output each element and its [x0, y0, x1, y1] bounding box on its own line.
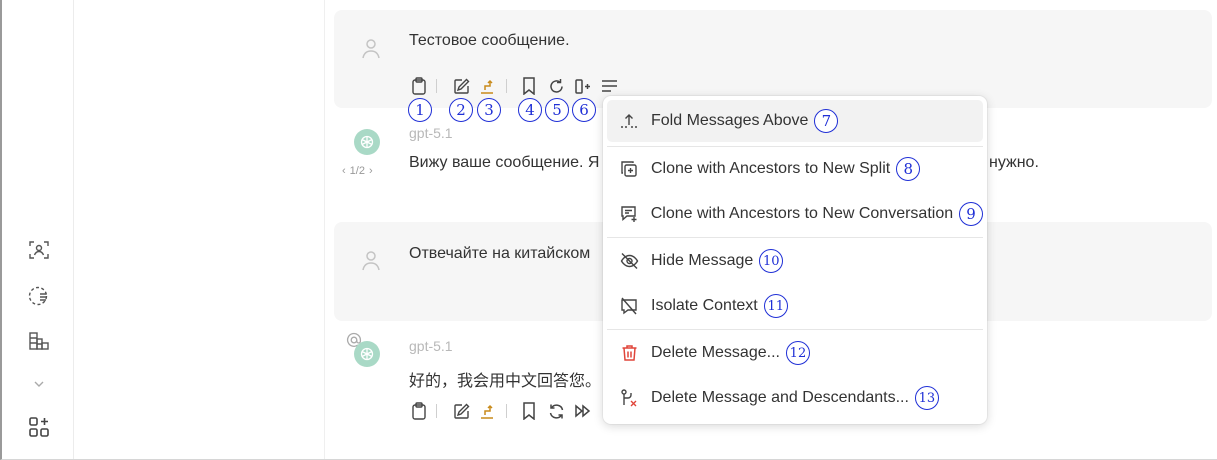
menu-item-delete-message-and-descendants[interactable]: Delete Message and Descendants... 13 [607, 377, 983, 419]
user-avatar-icon [359, 36, 383, 60]
menu-item-fold-messages-above[interactable]: Fold Messages Above 7 [607, 100, 983, 142]
menu-item-clone-to-new-conversation[interactable]: Clone with Ancestors to New Conversation… [607, 193, 983, 235]
menu-item-label: Delete Message and Descendants... [651, 389, 909, 406]
clone-conversation-icon [607, 205, 651, 223]
message-text: Тестовое сообщение. [409, 32, 570, 49]
annotation-badge: 5 [545, 98, 569, 122]
chevron-left-icon[interactable]: ‹ [342, 165, 346, 177]
message-toolbar [409, 400, 609, 422]
edit-icon[interactable] [451, 75, 471, 97]
chevron-down-icon[interactable] [27, 372, 51, 396]
annotation-badge: 9 [959, 202, 983, 226]
refresh-icon[interactable] [546, 400, 566, 422]
chevron-right-icon[interactable]: › [369, 165, 373, 177]
annotation-badge: 10 [759, 249, 784, 273]
annotation-badge: 8 [896, 157, 921, 181]
add-app-icon[interactable] [27, 415, 51, 439]
fold-up-icon [607, 112, 651, 130]
annotation-badge: 13 [914, 386, 939, 410]
branch-edit-icon[interactable] [477, 75, 497, 97]
annotation-badge: 11 [763, 294, 788, 318]
menu-item-clone-to-new-split[interactable]: Clone with Ancestors to New Split 8 [607, 148, 983, 190]
branch-edit-icon[interactable] [477, 400, 497, 422]
list-dashed-icon[interactable] [27, 284, 51, 308]
copy-icon[interactable] [409, 400, 429, 422]
app-window: Тестовое сообщение. 1 2 3 4 5 6 ‹ 1/2 › … [0, 0, 1217, 460]
menu-item-label: Hide Message [651, 252, 754, 269]
clone-split-icon [607, 160, 651, 178]
annotation-badge: 4 [518, 98, 542, 122]
left-rail [4, 0, 74, 459]
menu-item-isolate-context[interactable]: Isolate Context 11 [607, 285, 983, 327]
bookmark-icon[interactable] [519, 75, 539, 97]
message-text: Отвечайте на китайском [409, 245, 591, 262]
regenerate-icon[interactable] [546, 75, 566, 97]
isolate-icon [607, 297, 651, 315]
openai-avatar-icon [354, 341, 380, 367]
menu-item-delete-message[interactable]: Delete Message... 12 [607, 332, 983, 374]
message-text: 好的，我会用中文回答您。 [409, 373, 602, 390]
message-toolbar [409, 75, 629, 97]
bookmark-icon[interactable] [519, 400, 539, 422]
trash-icon [607, 344, 651, 362]
version-pager: ‹ 1/2 › [342, 165, 373, 177]
copy-icon[interactable] [409, 75, 429, 97]
annotation-badge: 1 [408, 98, 432, 122]
annotation-badge: 2 [449, 98, 473, 122]
menu-item-hide-message[interactable]: Hide Message 10 [607, 240, 983, 282]
openai-avatar-icon [354, 129, 380, 155]
model-label: gpt-5.1 [409, 338, 453, 354]
menu-item-label: Fold Messages Above [651, 112, 809, 129]
message-context-menu: Fold Messages Above 7 Clone with Ancesto… [603, 96, 987, 424]
menu-item-label: Clone with Ancestors to New Conversation [650, 205, 954, 222]
annotation-badge: 3 [477, 98, 501, 122]
annotation-badge: 12 [785, 341, 810, 365]
pager-text: 1/2 [349, 165, 365, 177]
eye-off-icon [607, 252, 651, 270]
user-avatar-icon [359, 248, 383, 272]
message-text: Вижу ваше сообщение. Я [409, 154, 600, 171]
delete-branch-icon [607, 389, 651, 407]
more-menu-icon[interactable] [599, 75, 619, 97]
insert-after-icon[interactable] [572, 75, 592, 97]
fast-forward-icon[interactable] [573, 400, 593, 422]
edit-icon[interactable] [451, 400, 471, 422]
conversation-list-panel [75, 0, 325, 459]
annotation-badge: 6 [572, 98, 596, 122]
model-label: gpt-5.1 [409, 125, 453, 141]
menu-item-label: Isolate Context [651, 297, 758, 314]
menu-item-label: Delete Message... [651, 344, 780, 361]
message-text-tail: нужно. [989, 154, 1039, 171]
annotation-badge: 7 [814, 109, 839, 133]
user-message: Тестовое сообщение. [334, 10, 1212, 108]
building-icon[interactable] [27, 329, 51, 353]
menu-item-label: Clone with Ancestors to New Split [651, 160, 891, 177]
user-scan-icon[interactable] [27, 238, 51, 262]
